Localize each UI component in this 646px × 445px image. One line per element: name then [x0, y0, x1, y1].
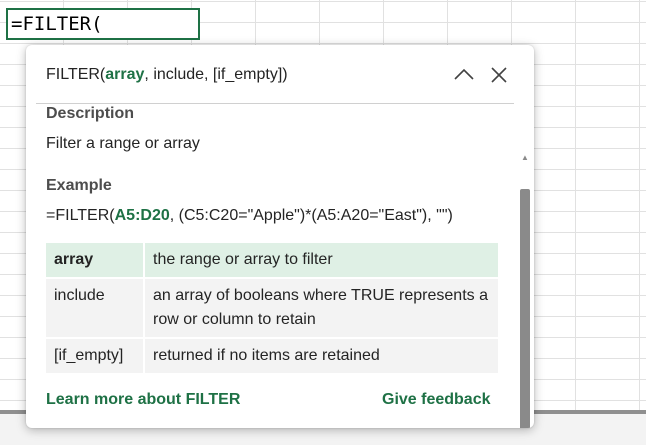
example-highlight: A5:D20	[114, 207, 170, 224]
argument-name: [if_empty]	[46, 339, 145, 373]
function-name: FILTER(	[46, 66, 106, 83]
collapse-button[interactable]	[452, 63, 476, 87]
example-prefix: =FILTER(	[46, 207, 115, 224]
argument-description: an array of booleans where TRUE represen…	[145, 279, 498, 337]
function-tooltip: FILTER(array, include, [if_empty]) Descr…	[26, 45, 534, 428]
scroll-down-arrow-icon[interactable]: ▼	[520, 415, 530, 425]
give-feedback-link[interactable]: Give feedback	[382, 391, 491, 409]
function-signature: FILTER(array, include, [if_empty])	[46, 66, 288, 84]
argument-name: array	[46, 243, 145, 277]
tooltip-header: FILTER(array, include, [if_empty])	[26, 45, 534, 103]
close-icon	[491, 67, 507, 83]
chevron-up-icon	[454, 68, 474, 80]
example-formula: =FILTER(A5:D20, (C5:C20="Apple")*(A5:A20…	[46, 207, 453, 225]
example-heading: Example	[46, 177, 112, 194]
arguments-table: array the range or array to filter inclu…	[46, 241, 498, 375]
signature-rest: , include, [if_empty])	[144, 66, 288, 83]
cell-formula-editor[interactable]: =FILTER(	[6, 8, 200, 40]
learn-more-link[interactable]: Learn more about FILTER	[46, 391, 240, 409]
tooltip-scrollbar[interactable]: ▲ ▼	[516, 105, 534, 428]
example-suffix: , (C5:C20="Apple")*(A5:A20="East"), "")	[169, 207, 453, 224]
close-button[interactable]	[487, 63, 511, 87]
scroll-up-arrow-icon[interactable]: ▲	[520, 153, 530, 163]
argument-row-if-empty: [if_empty] returned if no items are reta…	[46, 339, 498, 373]
description-heading: Description	[46, 105, 135, 122]
argument-row-array: array the range or array to filter	[46, 243, 498, 277]
argument-row-include: include an array of booleans where TRUE …	[46, 279, 498, 337]
argument-description: the range or array to filter	[145, 243, 498, 277]
description-text: Filter a range or array	[46, 135, 200, 152]
argument-description: returned if no items are retained	[145, 339, 498, 373]
argument-name: include	[46, 279, 145, 337]
active-argument: array	[105, 66, 145, 83]
scrollbar-thumb[interactable]	[520, 189, 530, 428]
header-divider	[36, 103, 514, 104]
